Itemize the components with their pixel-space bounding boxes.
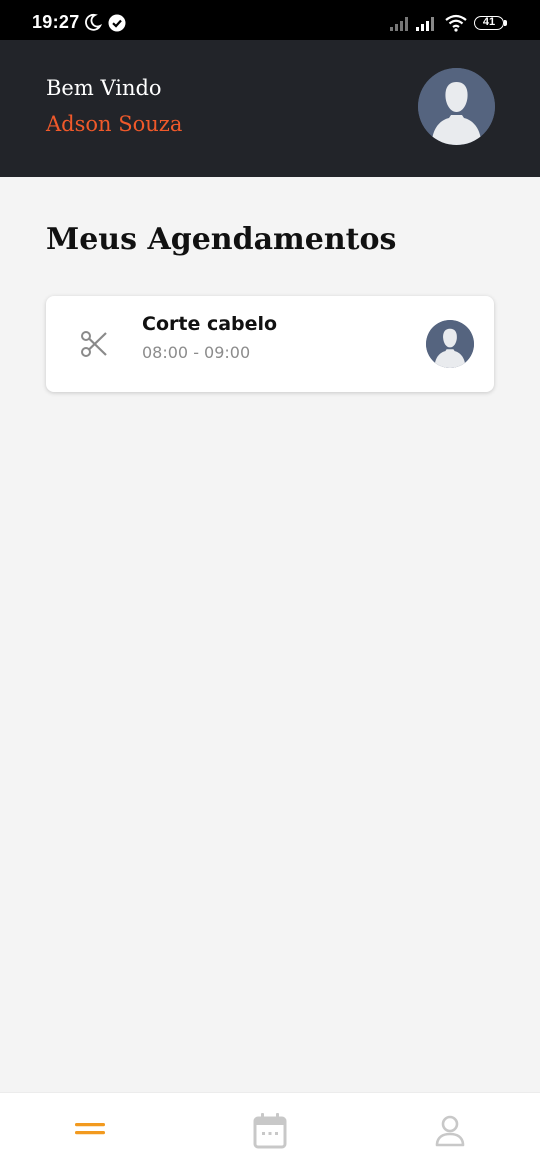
status-time: 19:27 — [32, 12, 80, 32]
nav-profile[interactable] — [360, 1093, 540, 1171]
welcome-text: Bem Vindo — [46, 76, 162, 100]
battery-level: 41 — [482, 16, 496, 28]
check-circle-icon — [108, 14, 126, 32]
header: Bem Vindo Adson Souza — [0, 40, 540, 177]
profile-icon — [435, 1115, 465, 1147]
nav-calendar[interactable] — [180, 1093, 360, 1171]
nav-home[interactable] — [0, 1093, 180, 1171]
calendar-icon — [253, 1113, 287, 1149]
appointment-time: 08:00 - 09:00 — [142, 343, 251, 362]
menu-icon — [75, 1123, 105, 1135]
user-avatar-icon — [426, 320, 474, 368]
user-name: Adson Souza — [46, 112, 183, 136]
battery-icon: 41 — [474, 16, 504, 30]
appointment-card[interactable]: Corte cabelo 08:00 - 09:00 — [46, 296, 494, 392]
signal-icon — [416, 17, 434, 31]
bottom-nav — [0, 1092, 540, 1171]
page-title: Meus Agendamentos — [46, 222, 397, 257]
scissors-icon — [81, 331, 107, 357]
status-bar: 19:27 41 — [0, 0, 540, 44]
moon-icon — [85, 13, 102, 31]
battery-tip — [504, 20, 507, 26]
wifi-icon — [445, 14, 467, 32]
appointment-service: Corte cabelo — [142, 313, 278, 335]
signal-icon — [390, 17, 408, 31]
user-avatar-icon[interactable] — [418, 68, 495, 145]
